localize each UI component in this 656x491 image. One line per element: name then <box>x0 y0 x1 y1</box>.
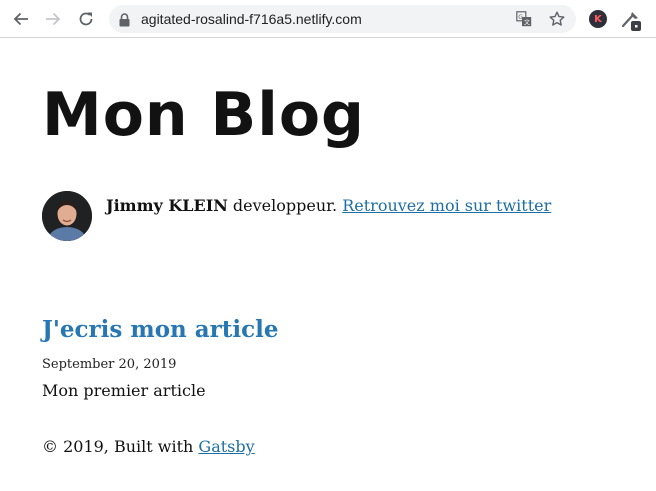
extension-icon[interactable] <box>620 9 642 31</box>
back-arrow-icon[interactable] <box>9 7 33 31</box>
footer-text: © 2019, Built with <box>42 437 199 456</box>
post-date: September 20, 2019 <box>42 357 177 372</box>
address-bar[interactable]: agitated-rosalind-f716a5.netlify.com G 文 <box>109 5 576 33</box>
url-text[interactable]: agitated-rosalind-f716a5.netlify.com <box>141 5 362 33</box>
reload-icon[interactable] <box>74 7 98 31</box>
svg-text:文: 文 <box>524 19 530 27</box>
forward-arrow-icon[interactable] <box>41 7 65 31</box>
site-title[interactable]: Mon Blog <box>42 80 365 150</box>
gatsby-link[interactable]: Gatsby <box>198 437 254 456</box>
lock-icon[interactable] <box>119 12 130 31</box>
browser-toolbar: agitated-rosalind-f716a5.netlify.com G 文… <box>0 0 656 38</box>
svg-text:G: G <box>518 14 523 21</box>
profile-avatar[interactable]: K <box>589 10 607 28</box>
footer: © 2019, Built with Gatsby <box>42 436 255 458</box>
author-avatar <box>42 191 92 241</box>
bio-text: Jimmy KLEIN developpeur. Retrouvez moi s… <box>106 195 551 217</box>
twitter-link[interactable]: Retrouvez moi sur twitter <box>342 196 551 215</box>
author-name: Jimmy KLEIN <box>106 196 228 215</box>
author-bio: Jimmy KLEIN developpeur. Retrouvez moi s… <box>42 191 622 243</box>
star-icon[interactable] <box>548 10 566 28</box>
post-title-link[interactable]: J'ecris mon article <box>42 314 279 346</box>
post-excerpt: Mon premier article <box>42 381 206 400</box>
translate-icon[interactable]: G 文 <box>515 10 533 28</box>
author-description: developpeur. <box>227 196 343 215</box>
